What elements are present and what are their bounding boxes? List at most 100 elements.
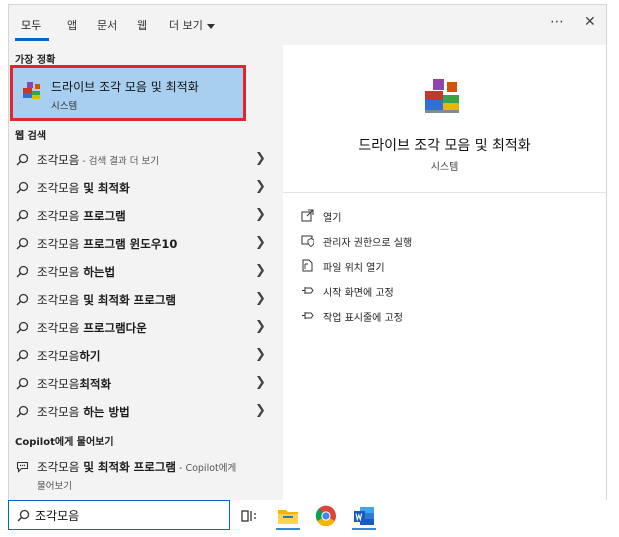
chevron-right-icon: ❯ (255, 235, 266, 250)
web-result-row[interactable]: 조각모음하기 ❯ (9, 342, 273, 368)
tab-more[interactable]: 더 보기 (169, 17, 215, 33)
web-result-row[interactable]: 조각모음 하는 방법 ❯ (9, 398, 273, 424)
preview-title: 드라이브 조각 모음 및 최적화 (358, 138, 531, 154)
tab-apps[interactable]: 앱 (67, 17, 77, 33)
pin-icon (302, 312, 314, 319)
action-pin-to-start[interactable]: 시작 화면에 고정 (301, 282, 581, 300)
action-label: 파일 위치 열기 (323, 263, 385, 274)
result-suggestion: 및 최적화 프로그램 (79, 293, 176, 307)
search-input[interactable] (35, 506, 225, 524)
result-query: 조각모음 (37, 237, 80, 251)
web-result-row[interactable]: 조각모음 프로그램다운 ❯ (9, 314, 273, 340)
result-hint: - 검색 결과 더 보기 (79, 156, 160, 167)
active-tab-indicator (15, 38, 49, 41)
best-match-heading: 가장 정확 (15, 55, 56, 66)
divider (283, 192, 606, 193)
web-result-row[interactable]: 조각모음 - 검색 결과 더 보기 ❯ (9, 146, 273, 172)
defrag-app-icon-large (425, 79, 459, 113)
best-match-item[interactable]: 드라이브 조각 모음 및 최적화 시스템 (10, 65, 246, 121)
chevron-right-icon: ❯ (255, 403, 266, 418)
tab-web[interactable]: 웹 (137, 17, 147, 33)
chevron-down-icon (206, 23, 215, 29)
copilot-suggestion[interactable]: 조각모음 및 최적화 프로그램 - Copilot에게 물어보기 (9, 457, 273, 497)
action-label: 관리자 권한으로 실행 (323, 238, 413, 249)
web-result-row[interactable]: 조각모음 및 최적화 ❯ (9, 174, 273, 200)
tab-all[interactable]: 모두 (21, 17, 41, 33)
chrome-icon[interactable] (314, 504, 338, 528)
chevron-right-icon: ❯ (255, 319, 266, 334)
more-options-icon[interactable]: ⋯ (550, 14, 564, 30)
start-search-window: 모두 앱 문서 웹 더 보기 ⋯ ✕ 가장 정확 드라이브 조각 모음 및 최적… (8, 4, 607, 500)
filter-tabs-bar: 모두 앱 문서 웹 더 보기 ⋯ ✕ (9, 5, 606, 45)
web-result-row[interactable]: 조각모음 프로그램 ❯ (9, 202, 273, 228)
preview-subtitle: 시스템 (430, 162, 459, 173)
search-icon (17, 509, 30, 522)
chat-bubble-icon (16, 461, 29, 473)
search-icon (16, 209, 29, 222)
preview-pane: 드라이브 조각 모음 및 최적화 시스템 열기 관리자 권한으로 실행 파일 위… (283, 45, 606, 500)
taskbar-search-box[interactable] (8, 500, 230, 530)
chevron-right-icon: ❯ (255, 347, 266, 362)
result-query: 조각모음 (37, 321, 80, 335)
action-run-as-admin[interactable]: 관리자 권한으로 실행 (301, 232, 581, 250)
result-suggestion: 하는 방법 (79, 405, 130, 419)
taskbar (0, 500, 619, 537)
chevron-right-icon: ❯ (255, 179, 266, 194)
web-result-row[interactable]: 조각모음 하는법 ❯ (9, 258, 273, 284)
search-icon (16, 349, 29, 362)
admin-shield-icon (301, 235, 314, 247)
action-open-file-location[interactable]: 파일 위치 열기 (301, 257, 581, 275)
search-icon (16, 153, 29, 166)
tab-more-label: 더 보기 (169, 19, 203, 32)
web-search-heading: 웹 검색 (15, 131, 47, 142)
result-query: 조각모음 (37, 349, 80, 363)
search-icon (16, 405, 29, 418)
action-label: 작업 표시줄에 고정 (323, 313, 403, 324)
close-icon[interactable]: ✕ (584, 14, 596, 30)
result-suggestion: 프로그램 (79, 209, 126, 223)
chevron-right-icon: ❯ (255, 151, 266, 166)
result-query: 조각모음 (37, 209, 80, 223)
defrag-app-icon (23, 82, 40, 99)
result-query: 조각모음 (37, 405, 80, 419)
best-match-title: 드라이브 조각 모음 및 최적화 (51, 80, 199, 94)
web-result-row[interactable]: 조각모음 프로그램 윈도우10 ❯ (9, 230, 273, 256)
result-query: 조각모음 (37, 293, 80, 307)
result-suggestion: 프로그램 윈도우10 (79, 237, 178, 251)
result-query: 조각모음 (37, 181, 80, 195)
task-view-icon[interactable] (237, 504, 261, 528)
result-suggestion: 및 최적화 (79, 181, 130, 195)
pin-icon (302, 287, 314, 294)
result-suggestion: 하는법 (79, 265, 116, 279)
file-explorer-icon[interactable] (276, 504, 300, 528)
tab-documents[interactable]: 문서 (97, 17, 117, 33)
action-pin-to-taskbar[interactable]: 작업 표시줄에 고정 (301, 307, 581, 325)
result-suggestion: 최적화 (79, 377, 112, 391)
search-icon (16, 377, 29, 390)
search-icon (16, 265, 29, 278)
chevron-right-icon: ❯ (255, 375, 266, 390)
copilot-suggestion-text: 및 최적화 프로그램 (79, 460, 176, 474)
chevron-right-icon: ❯ (255, 291, 266, 306)
active-app-indicator (276, 528, 300, 530)
word-icon[interactable] (352, 504, 376, 528)
result-query: 조각모음 (37, 265, 80, 279)
result-query: 조각모음 (37, 153, 80, 167)
copilot-hint: - Copilot에게 (175, 463, 237, 474)
copilot-heading: Copilot에게 물어보기 (15, 437, 114, 448)
action-label: 열기 (323, 213, 342, 224)
web-result-row[interactable]: 조각모음 및 최적화 프로그램 ❯ (9, 286, 273, 312)
result-suggestion: 하기 (79, 349, 101, 363)
search-icon (16, 181, 29, 194)
open-icon (301, 209, 314, 222)
results-list: 가장 정확 드라이브 조각 모음 및 최적화 시스템 웹 검색 조각모음 - 검… (9, 45, 283, 500)
active-app-indicator (352, 528, 376, 530)
action-label: 시작 화면에 고정 (323, 288, 394, 299)
chevron-right-icon: ❯ (255, 263, 266, 278)
search-icon (16, 293, 29, 306)
copilot-hint-continued: 물어보기 (37, 481, 72, 492)
action-open[interactable]: 열기 (301, 207, 581, 225)
file-location-icon (302, 259, 313, 272)
result-query: 조각모음 (37, 377, 80, 391)
web-result-row[interactable]: 조각모음최적화 ❯ (9, 370, 273, 396)
